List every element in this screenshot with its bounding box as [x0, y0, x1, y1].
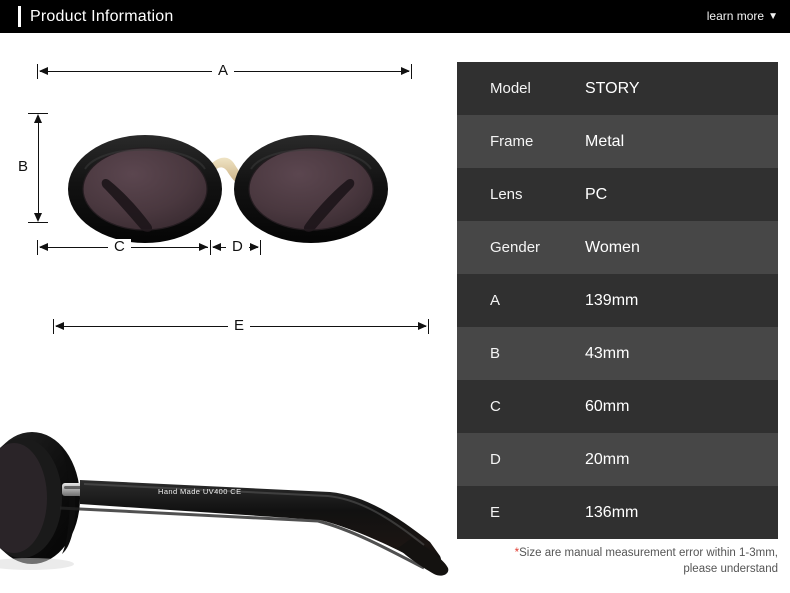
- spec-key: D: [490, 450, 501, 468]
- dimension-e-arrowhead-right: [418, 322, 427, 330]
- dimension-b-label: B: [12, 159, 35, 175]
- chevron-down-icon: ▼: [768, 10, 778, 22]
- table-row: D 20mm: [457, 433, 778, 486]
- spec-value: STORY: [585, 80, 640, 97]
- dimension-b-arrowhead-top: [34, 114, 42, 123]
- spec-value: Women: [585, 239, 640, 256]
- product-diagram-panel: A B C D E Hand Made UV400 CE: [0, 33, 455, 588]
- page-header: Product Information learn more ▼: [0, 0, 790, 33]
- dimension-a-label: A: [212, 63, 235, 79]
- spec-value: PC: [585, 186, 608, 203]
- dimension-a-tick-right: [411, 64, 412, 79]
- spec-key: C: [490, 397, 501, 415]
- dimension-b-tick-bottom: [28, 222, 48, 223]
- spec-value: 43mm: [585, 345, 630, 362]
- dimension-d-tick-left: [210, 240, 211, 255]
- table-row: E 136mm: [457, 486, 778, 539]
- spec-key: Model: [490, 79, 531, 97]
- spec-key: Frame: [490, 132, 534, 150]
- header-accent-bar: [18, 6, 21, 27]
- dimension-c-label: C: [108, 239, 131, 255]
- spec-value: 139mm: [585, 292, 639, 309]
- table-row: B 43mm: [457, 327, 778, 380]
- dimension-c-arrowhead-right: [199, 243, 208, 251]
- spec-key: A: [490, 291, 501, 309]
- spec-value: Metal: [585, 133, 625, 150]
- dimension-c-tick-left: [37, 240, 38, 255]
- spec-key: B: [490, 344, 501, 362]
- table-row: Frame Metal: [457, 115, 778, 168]
- learn-more-button[interactable]: learn more ▼: [707, 9, 778, 24]
- dimension-a-arrowhead-right: [401, 67, 410, 75]
- table-row: Lens PC: [457, 168, 778, 221]
- dimension-b-arrowhead-bottom: [34, 213, 42, 222]
- dimension-d-label: D: [226, 239, 249, 255]
- spec-value: 60mm: [585, 398, 630, 415]
- spec-value: 20mm: [585, 451, 630, 468]
- spec-value: 136mm: [585, 504, 639, 521]
- dimension-e-arrowhead-left: [55, 322, 64, 330]
- table-row: Model STORY: [457, 62, 778, 115]
- spec-key: Lens: [490, 185, 523, 203]
- dimension-b-line: [38, 116, 39, 219]
- table-row: Gender Women: [457, 221, 778, 274]
- table-row: C 60mm: [457, 380, 778, 433]
- dimension-a-arrowhead-left: [39, 67, 48, 75]
- dimension-d-arrowhead-left: [212, 243, 221, 251]
- dimension-c-arrowhead-left: [39, 243, 48, 251]
- sunglasses-side-image: Hand Made UV400 CE: [0, 388, 455, 588]
- page-title: Product Information: [30, 8, 174, 25]
- dimension-e-tick-right: [428, 319, 429, 334]
- dimension-e-tick-left: [53, 319, 54, 334]
- dimension-d-arrowhead-right: [250, 243, 259, 251]
- specification-table: Model STORY Frame Metal Lens PC Gender Women A 13…: [457, 62, 778, 539]
- dimension-e-label: E: [228, 318, 251, 334]
- dimension-a-tick-left: [37, 64, 38, 79]
- note-line-1: Size are manual measurement error within…: [519, 547, 778, 559]
- note-line-2: please understand: [683, 563, 778, 575]
- spec-key: E: [490, 503, 501, 521]
- temple-print-text: Hand Made UV400 CE: [158, 487, 242, 496]
- spec-key: Gender: [490, 238, 541, 256]
- measurement-note: *Size are manual measurement error withi…: [470, 545, 778, 577]
- learn-more-label: learn more: [706, 9, 765, 23]
- table-row: A 139mm: [457, 274, 778, 327]
- dimension-d-tick-right: [260, 240, 261, 255]
